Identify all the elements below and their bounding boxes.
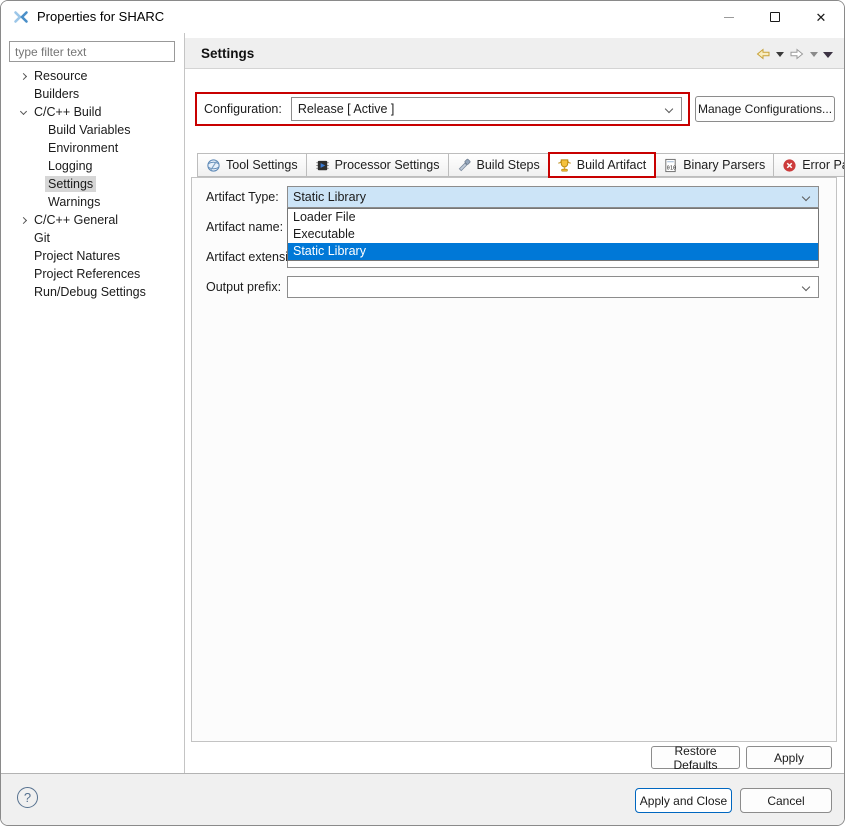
tree-item-settings[interactable]: Settings: [1, 175, 184, 193]
output-prefix-select[interactable]: [287, 276, 819, 298]
tool-settings-icon: [206, 158, 221, 173]
manage-configurations-button[interactable]: Manage Configurations...: [695, 96, 835, 122]
help-icon[interactable]: ?: [17, 787, 38, 808]
close-icon: ✕: [816, 11, 827, 24]
app-logo-icon: [13, 9, 29, 25]
minimize-button[interactable]: [706, 1, 752, 33]
configuration-value: Release [ Active ]: [298, 102, 395, 116]
close-button[interactable]: ✕: [798, 1, 844, 33]
minimize-icon: [724, 17, 734, 18]
artifact-type-select[interactable]: Static Library: [287, 186, 819, 208]
tree-item-git[interactable]: Git: [1, 229, 184, 247]
settings-tabbar: Tool Settings Processor Settings Build S…: [197, 153, 845, 177]
tab-build-artifact[interactable]: Build Artifact: [549, 153, 655, 177]
properties-tree: Resource Builders C/C++ Build Build Vari…: [1, 67, 184, 301]
sidebar-divider: [184, 33, 185, 773]
forward-arrow-icon[interactable]: [789, 46, 805, 62]
window-controls: ✕: [706, 1, 844, 33]
restore-defaults-button[interactable]: Restore Defaults: [651, 746, 740, 769]
history-nav: [755, 38, 833, 69]
tree-item-run-debug-settings[interactable]: Run/Debug Settings: [1, 283, 184, 301]
back-history-dropdown-icon[interactable]: [776, 52, 784, 57]
tree-item-project-natures[interactable]: Project Natures: [1, 247, 184, 265]
chevron-down-icon: [665, 105, 673, 113]
dropdown-option-loader-file[interactable]: Loader File: [288, 209, 818, 226]
page-header: Settings: [185, 38, 845, 69]
collapse-chevron-icon[interactable]: [15, 111, 31, 114]
expand-chevron-icon[interactable]: [15, 74, 31, 79]
back-arrow-icon[interactable]: [755, 46, 771, 62]
tree-item-cpp-general[interactable]: C/C++ General: [1, 211, 184, 229]
title-bar: Properties for SHARC ✕: [1, 1, 844, 33]
binary-parsers-icon: 010: [663, 158, 678, 173]
page-title: Settings: [201, 38, 254, 69]
tab-build-steps[interactable]: Build Steps: [449, 153, 549, 177]
configuration-annotation-box: Configuration: Release [ Active ]: [195, 92, 690, 126]
artifact-type-value: Static Library: [293, 190, 366, 204]
tab-error-parsers[interactable]: Error Parsers: [774, 153, 845, 177]
tree-item-builders[interactable]: Builders: [1, 85, 184, 103]
view-menu-icon[interactable]: [823, 52, 833, 58]
apply-button[interactable]: Apply: [746, 746, 832, 769]
tree-item-warnings[interactable]: Warnings: [1, 193, 184, 211]
properties-dialog: Properties for SHARC ✕ Resource Builders…: [0, 0, 845, 826]
build-steps-icon: [457, 158, 472, 173]
forward-history-dropdown-icon[interactable]: [810, 52, 818, 57]
tab-binary-parsers[interactable]: 010 Binary Parsers: [655, 153, 774, 177]
window-title: Properties for SHARC: [37, 1, 164, 33]
tree-item-project-references[interactable]: Project References: [1, 265, 184, 283]
footer-bar: ? Apply and Close Cancel: [1, 774, 844, 826]
chevron-down-icon: [802, 193, 810, 201]
tab-processor-settings[interactable]: Processor Settings: [307, 153, 449, 177]
maximize-button[interactable]: [752, 1, 798, 33]
artifact-type-dropdown: Loader File Executable Static Library: [287, 208, 819, 261]
tree-item-resource[interactable]: Resource: [1, 67, 184, 85]
artifact-type-label: Artifact Type:: [206, 186, 286, 208]
output-prefix-label: Output prefix:: [206, 276, 286, 298]
processor-settings-icon: [315, 158, 330, 173]
dropdown-option-executable[interactable]: Executable: [288, 226, 818, 243]
build-artifact-trophy-icon: [557, 158, 572, 173]
cancel-button[interactable]: Cancel: [740, 788, 832, 813]
tree-item-environment[interactable]: Environment: [1, 139, 184, 157]
artifact-name-label: Artifact name:: [206, 216, 286, 238]
maximize-icon: [770, 12, 780, 22]
dropdown-option-static-library[interactable]: Static Library: [288, 243, 818, 260]
error-parsers-icon: [782, 158, 797, 173]
configuration-select[interactable]: Release [ Active ]: [291, 97, 682, 121]
artifact-extension-label: Artifact extension:: [206, 246, 286, 268]
configuration-label: Configuration:: [204, 102, 282, 116]
chevron-down-icon: [802, 283, 810, 291]
tab-tool-settings[interactable]: Tool Settings: [197, 153, 307, 177]
tree-item-logging[interactable]: Logging: [1, 157, 184, 175]
expand-chevron-icon[interactable]: [15, 218, 31, 223]
filter-input[interactable]: [9, 41, 175, 62]
tree-item-build-variables[interactable]: Build Variables: [1, 121, 184, 139]
sidebar: Resource Builders C/C++ Build Build Vari…: [1, 33, 184, 773]
apply-and-close-button[interactable]: Apply and Close: [635, 788, 732, 813]
svg-text:010: 010: [667, 165, 676, 171]
tree-item-cpp-build[interactable]: C/C++ Build: [1, 103, 184, 121]
